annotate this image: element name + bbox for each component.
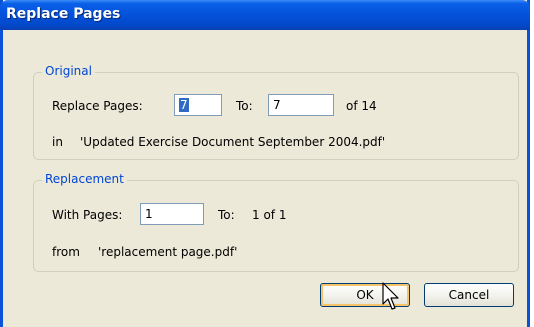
replacement-legend: Replacement <box>42 172 127 186</box>
cancel-button[interactable]: Cancel <box>424 283 514 307</box>
with-to-label: To: <box>218 208 235 222</box>
original-legend: Original <box>42 64 95 78</box>
original-filename: 'Updated Exercise Document September 200… <box>80 135 386 149</box>
arrow-cursor-icon <box>382 282 399 310</box>
with-pages-label: With Pages: <box>52 208 123 222</box>
dialog-title: Replace Pages <box>6 6 121 22</box>
replace-from-field[interactable]: 7 <box>174 94 222 116</box>
replace-from-value: 7 <box>179 98 189 112</box>
replace-pages-dialog: Replace Pages Original Replacement <box>0 0 530 327</box>
replacement-filename: 'replacement page.pdf' <box>98 245 238 259</box>
replace-to-label: To: <box>236 99 253 113</box>
title-bar[interactable]: Replace Pages <box>0 0 530 30</box>
with-pages-field[interactable]: 1 <box>140 203 204 225</box>
replace-pages-label: Replace Pages: <box>52 99 143 113</box>
from-label: from <box>52 245 80 259</box>
with-pages-value: 1 <box>145 207 153 221</box>
replace-to-field[interactable]: 7 <box>268 94 334 116</box>
replace-to-value: 7 <box>273 98 281 112</box>
in-label: in <box>52 135 63 149</box>
with-to-text: 1 of 1 <box>252 208 287 222</box>
total-pages-text: of 14 <box>346 99 377 113</box>
